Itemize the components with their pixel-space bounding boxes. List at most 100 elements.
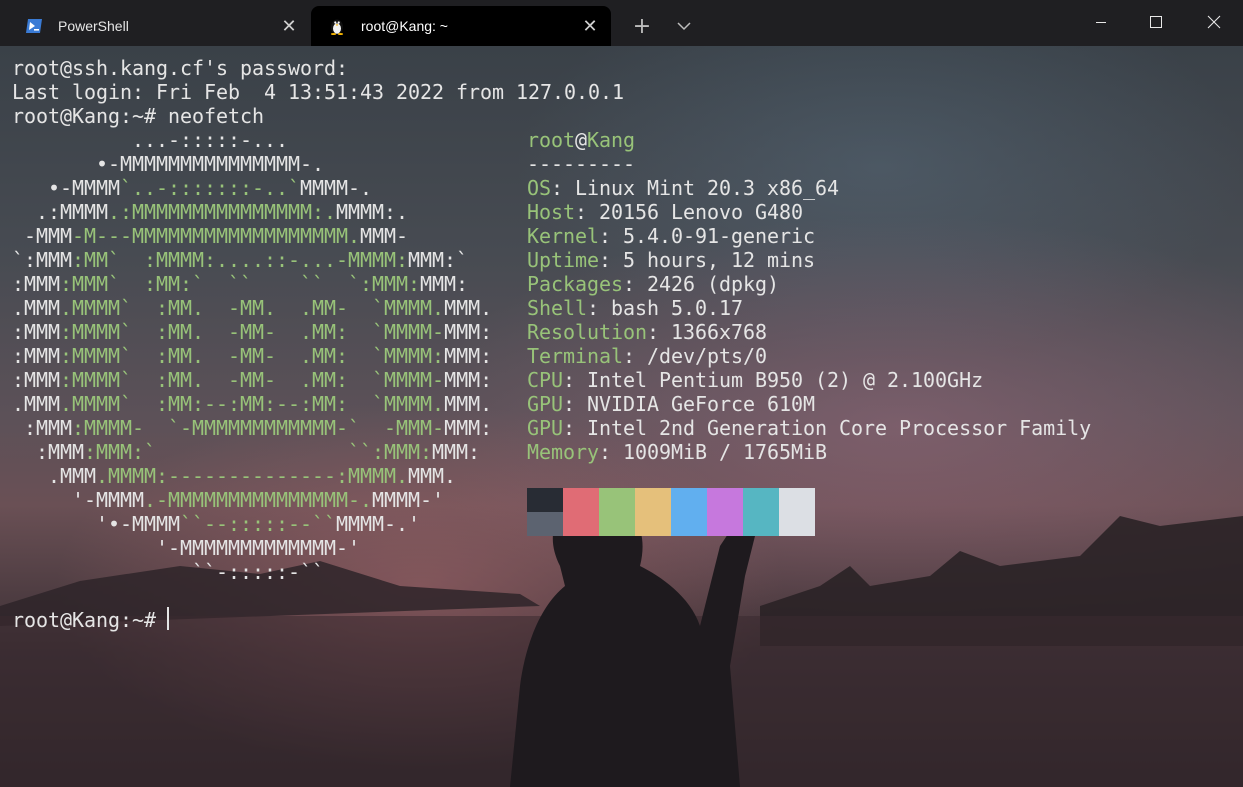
palette-swatch (707, 488, 743, 512)
palette-swatch (779, 512, 815, 536)
info-key: Host (527, 200, 576, 224)
info-underline: --------- (527, 152, 636, 176)
logo-segment: .MMMM` :MM:--:MM:--:MM: `MMMM. (60, 392, 445, 416)
info-value: 5.4.0-91-generic (623, 224, 816, 248)
info-value: Intel Pentium B950 (2) @ 2.100GHz (587, 368, 984, 392)
close-tab-icon[interactable]: ✕ (575, 11, 605, 41)
palette-swatch (563, 488, 599, 512)
logo-line: '-MMMMMMMMMMMMM-' (12, 536, 360, 560)
info-line: Resolution: 1366x768 (527, 320, 767, 344)
close-window-button[interactable] (1185, 0, 1243, 44)
logo-segment: ``--:::::--`` (180, 512, 337, 536)
palette-swatch (635, 512, 671, 536)
info-line: Terminal: /dev/pts/0 (527, 344, 767, 368)
info-key: Kernel (527, 224, 600, 248)
logo-line: '•-MMMM``--:::::--``MMMM-.' (12, 512, 420, 536)
logo-line: ``-:::::-`` (12, 560, 324, 584)
new-tab-button[interactable]: + (626, 10, 658, 42)
logo-segment: :MMM (12, 272, 61, 296)
logo-segment: :MMM (12, 320, 61, 344)
palette-swatch (563, 512, 599, 536)
logo-line: '-MMMM.-MMMMMMMMMMMMMMM-.MMMM-' (12, 488, 444, 512)
logo-segment: MMM- (360, 224, 409, 248)
info-line: Shell: bash 5.0.17 (527, 296, 743, 320)
info-key: CPU (527, 368, 564, 392)
logo-segment: .MMM (12, 296, 61, 320)
info-value: Linux Mint 20.3 x86_64 (575, 176, 840, 200)
logo-segment: MMM: (444, 320, 493, 344)
logo-line: .MMM.MMMM:--------------:MMMM.MMM. (12, 464, 456, 488)
logo-segment: MMMM:. (336, 200, 409, 224)
logo-segment: ...-:::::-... (12, 128, 289, 152)
info-colon: : (647, 320, 672, 344)
info-value: NVIDIA GeForce 610M (587, 392, 816, 416)
logo-segment: :MMM (12, 344, 61, 368)
info-line: GPU: NVIDIA GeForce 610M (527, 392, 815, 416)
logo-segment: MMM. (444, 392, 493, 416)
close-tab-icon[interactable]: ✕ (274, 11, 304, 41)
minimize-button[interactable] (1072, 0, 1130, 44)
command-line: root@Kang:~# neofetch (12, 104, 265, 128)
palette-swatch (671, 488, 707, 512)
info-user: root (527, 128, 576, 152)
maximize-button[interactable] (1127, 0, 1185, 44)
last-login-line: Last login: Fri Feb 4 13:51:43 2022 from… (12, 80, 625, 104)
logo-segment: MMM:` (408, 248, 469, 272)
info-key: Uptime (527, 248, 600, 272)
logo-segment: MMMM-.' (336, 512, 421, 536)
info-colon: : (623, 344, 648, 368)
info-line: CPU: Intel Pentium B950 (2) @ 2.100GHz (527, 368, 983, 392)
logo-segment: MMM: (444, 416, 493, 440)
info-key: GPU (527, 416, 564, 440)
logo-segment: :MMMM` :MM. -MM- .MM: `MMMM: (60, 344, 445, 368)
tab-powershell[interactable]: PowerShell ✕ (8, 6, 310, 46)
info-line: Host: 20156 Lenovo G480 (527, 200, 803, 224)
logo-segment: :MMMM- `-MMMMMMMMMMMM-` -MMM- (72, 416, 445, 440)
logo-segment: :MMM` :MM:` `` `` `:MMM: (60, 272, 421, 296)
tab-root-kang[interactable]: root@Kang: ~ ✕ (311, 6, 611, 46)
logo-segment: •-MMMM (12, 176, 121, 200)
logo-segment: '-MMMM (12, 488, 145, 512)
info-host: Kang (587, 128, 636, 152)
chevron-down-icon[interactable] (668, 10, 700, 42)
title-bar: PowerShell ✕ root@Kang: ~ ✕ + (0, 0, 1243, 46)
color-palette (527, 488, 815, 536)
info-line: Packages: 2426 (dpkg) (527, 272, 779, 296)
palette-swatch (671, 512, 707, 536)
info-header: root@Kang (527, 128, 635, 152)
info-key: Terminal (527, 344, 624, 368)
info-colon: : (599, 440, 624, 464)
palette-swatch (743, 512, 779, 536)
info-value: 2426 (dpkg) (647, 272, 780, 296)
logo-segment: `:MMM (12, 248, 73, 272)
info-value: 20156 Lenovo G480 (599, 200, 804, 224)
palette-swatch (635, 488, 671, 512)
info-colon: : (563, 368, 588, 392)
info-key: Memory (527, 440, 600, 464)
logo-line: .MMM.MMMM` :MM. -MM. .MM- `MMMM.MMM. (12, 296, 492, 320)
logo-segment: '•-MMMM (12, 512, 181, 536)
logo-segment: :MMMM` :MM. -MM- .MM: `MMMM- (60, 368, 445, 392)
logo-line: :MMM:MMM` :MM:` `` `` `:MMM:MMM: (12, 272, 468, 296)
info-line: Memory: 1009MiB / 1765MiB (527, 440, 827, 464)
logo-segment: MMM. (444, 296, 493, 320)
info-value: bash 5.0.17 (611, 296, 744, 320)
logo-segment: ``-:::::-`` (12, 560, 325, 584)
info-colon: : (599, 248, 624, 272)
info-colon: : (563, 416, 588, 440)
logo-line: :MMM:MMMM` :MM. -MM- .MM: `MMMM-MMM: (12, 368, 492, 392)
logo-segment: -M---MMMMMMMMMMMMMMMMMM. (72, 224, 361, 248)
terminal-window[interactable]: root@ssh.kang.cf's password: Last login:… (0, 46, 1243, 787)
logo-segment: .MMMM:--------------:MMMM. (96, 464, 409, 488)
info-value: 5 hours, 12 mins (623, 248, 816, 272)
logo-segment: MMM: (432, 440, 481, 464)
logo-line: ...-:::::-... (12, 128, 288, 152)
palette-swatch (743, 488, 779, 512)
logo-line: •-MMMMMMMMMMMMMMM-. (12, 152, 324, 176)
logo-line: :MMM:MMMM` :MM. -MM- .MM: `MMMM:MMM: (12, 344, 492, 368)
logo-segment: .MMM (12, 464, 97, 488)
info-value: Intel 2nd Generation Core Processor Fami… (587, 416, 1092, 440)
logo-segment: `..-:::::::-..` (120, 176, 301, 200)
info-line: Uptime: 5 hours, 12 mins (527, 248, 815, 272)
info-at: @ (575, 128, 588, 152)
